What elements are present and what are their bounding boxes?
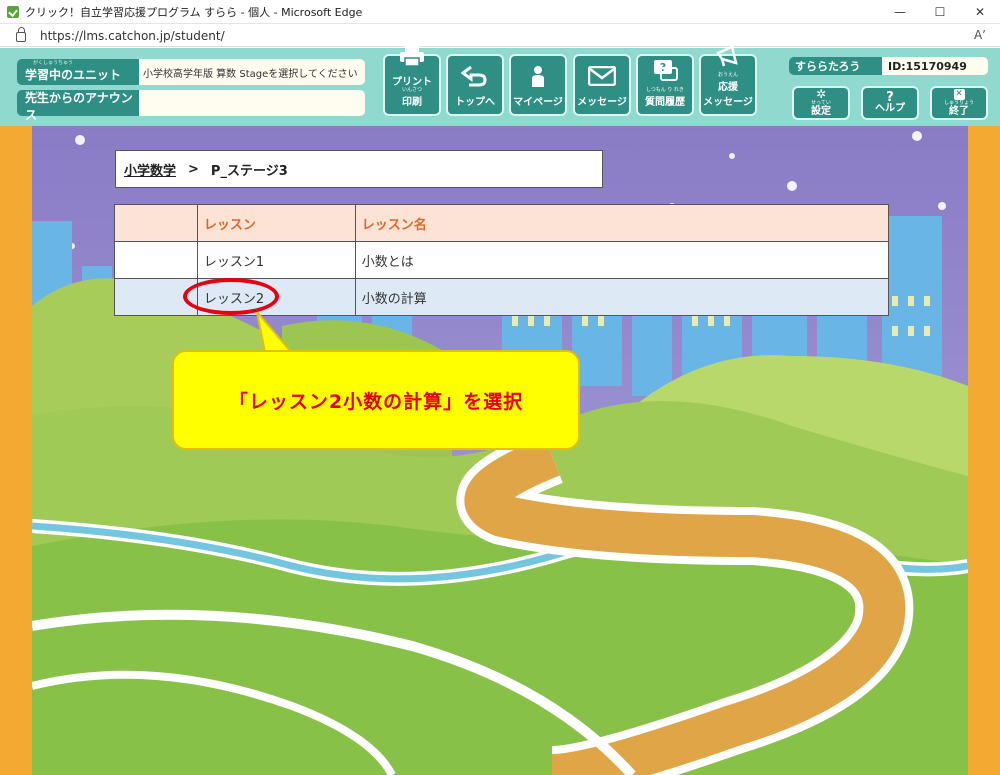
- breadcrumb: 小学数学 > P_ステージ3: [115, 150, 603, 188]
- close-window-button[interactable]: ✕: [960, 0, 1000, 24]
- gear-icon: ✲: [815, 87, 827, 101]
- address-bar[interactable]: https://lms.catchon.jp/student/ Aʼ: [0, 25, 1000, 47]
- close-box-icon: ✕: [953, 89, 965, 100]
- mypage-button[interactable]: マイページ: [509, 54, 567, 116]
- current-unit-label: がくしゅうちゅう 学習中のユニット: [17, 59, 139, 85]
- window-titlebar: クリック！自立学習応援プログラム すらら - 個人 - Microsoft Ed…: [0, 0, 1000, 24]
- breadcrumb-stage: P_ステージ3: [210, 163, 288, 179]
- print-label2: 印刷: [402, 97, 422, 108]
- question-icon: ?: [886, 90, 894, 105]
- breadcrumb-subject-link[interactable]: 小学数学: [124, 160, 176, 179]
- lesson-row-1-blank: [114, 241, 198, 279]
- help-label: ヘルプ: [875, 103, 905, 114]
- app-header: がくしゅうちゅう 学習中のユニット 小学校高学年版 算数 Stageを選択してく…: [0, 45, 1000, 126]
- column-header-lesson: レッスン: [196, 204, 356, 242]
- main-area: 小学数学 > P_ステージ3 レッスン レッスン名 レッスン1 小数とは レッス…: [0, 126, 1000, 775]
- exit-label: 終了: [949, 106, 969, 117]
- top-button[interactable]: トップへ: [446, 54, 504, 116]
- cheer-message-button[interactable]: おうえん 応援 メッセージ: [699, 45, 757, 116]
- cheer-label: 応援: [718, 82, 738, 93]
- question-history-button[interactable]: ? しつもん り れき 質問履歴: [636, 54, 694, 116]
- settings-label: 設定: [811, 106, 831, 117]
- table-header-row: レッスン レッスン名: [114, 204, 890, 242]
- question-history-label: 質問履歴: [645, 97, 685, 108]
- user-name: すららたろう: [789, 57, 882, 75]
- lesson-row-1-name[interactable]: 小数とは: [354, 241, 890, 279]
- print-button[interactable]: プリント いんさつ 印刷: [383, 45, 441, 116]
- message-label: メッセージ: [577, 97, 627, 108]
- lock-icon[interactable]: [16, 27, 26, 42]
- current-unit-value: 小学校高学年版 算数 Stageを選択してください: [139, 59, 365, 85]
- window-title: クリック！自立学習応援プログラム すらら - 個人 - Microsoft Ed…: [25, 5, 363, 19]
- window-controls: — ☐ ✕: [880, 0, 1000, 24]
- person-icon: [524, 65, 552, 87]
- app-icon: [7, 5, 19, 18]
- mypage-label: マイページ: [513, 97, 563, 108]
- printer-icon: [398, 45, 426, 67]
- lesson-row-2-name[interactable]: 小数の計算: [354, 278, 890, 316]
- print-label: プリント: [392, 77, 432, 88]
- question-bubble-icon: ?: [651, 60, 679, 82]
- cheer-label2: メッセージ: [703, 97, 753, 108]
- envelope-icon: [588, 65, 616, 87]
- instruction-callout: 「レッスン2小数の計算」を選択: [172, 350, 580, 450]
- megaphone-icon: [714, 45, 742, 67]
- breadcrumb-separator: >: [188, 161, 199, 177]
- help-button[interactable]: ? ヘルプ: [861, 86, 919, 120]
- minimize-button[interactable]: —: [880, 0, 920, 24]
- url-text[interactable]: https://lms.catchon.jp/student/: [40, 29, 225, 43]
- current-unit-label-text: 学習中のユニット: [25, 68, 122, 82]
- callout-pointer: [255, 312, 294, 353]
- maximize-button[interactable]: ☐: [920, 0, 960, 24]
- column-header-blank: [114, 204, 198, 242]
- announce-label: せんせい 先生からのアナウンス: [17, 90, 139, 122]
- lesson-row-1[interactable]: レッスン1 小数とは: [114, 241, 890, 279]
- announce-value: [139, 90, 365, 116]
- top-label: トップへ: [455, 97, 495, 108]
- exit-button[interactable]: ✕ しゅうりょう 終了: [930, 86, 988, 120]
- lesson-row-1-number[interactable]: レッスン1: [196, 241, 356, 279]
- column-header-lesson-name: レッスン名: [354, 204, 890, 242]
- highlight-ring: [183, 278, 279, 315]
- user-id: ID:15170949: [882, 57, 988, 75]
- read-aloud-icon[interactable]: Aʼ: [974, 28, 986, 42]
- settings-button[interactable]: ✲ せってい 設定: [792, 86, 850, 120]
- message-button[interactable]: メッセージ: [573, 54, 631, 116]
- return-arrow-icon: [461, 65, 489, 87]
- current-unit-ruby: がくしゅうちゅう: [33, 60, 74, 66]
- announce-ruby: せんせい: [25, 91, 46, 97]
